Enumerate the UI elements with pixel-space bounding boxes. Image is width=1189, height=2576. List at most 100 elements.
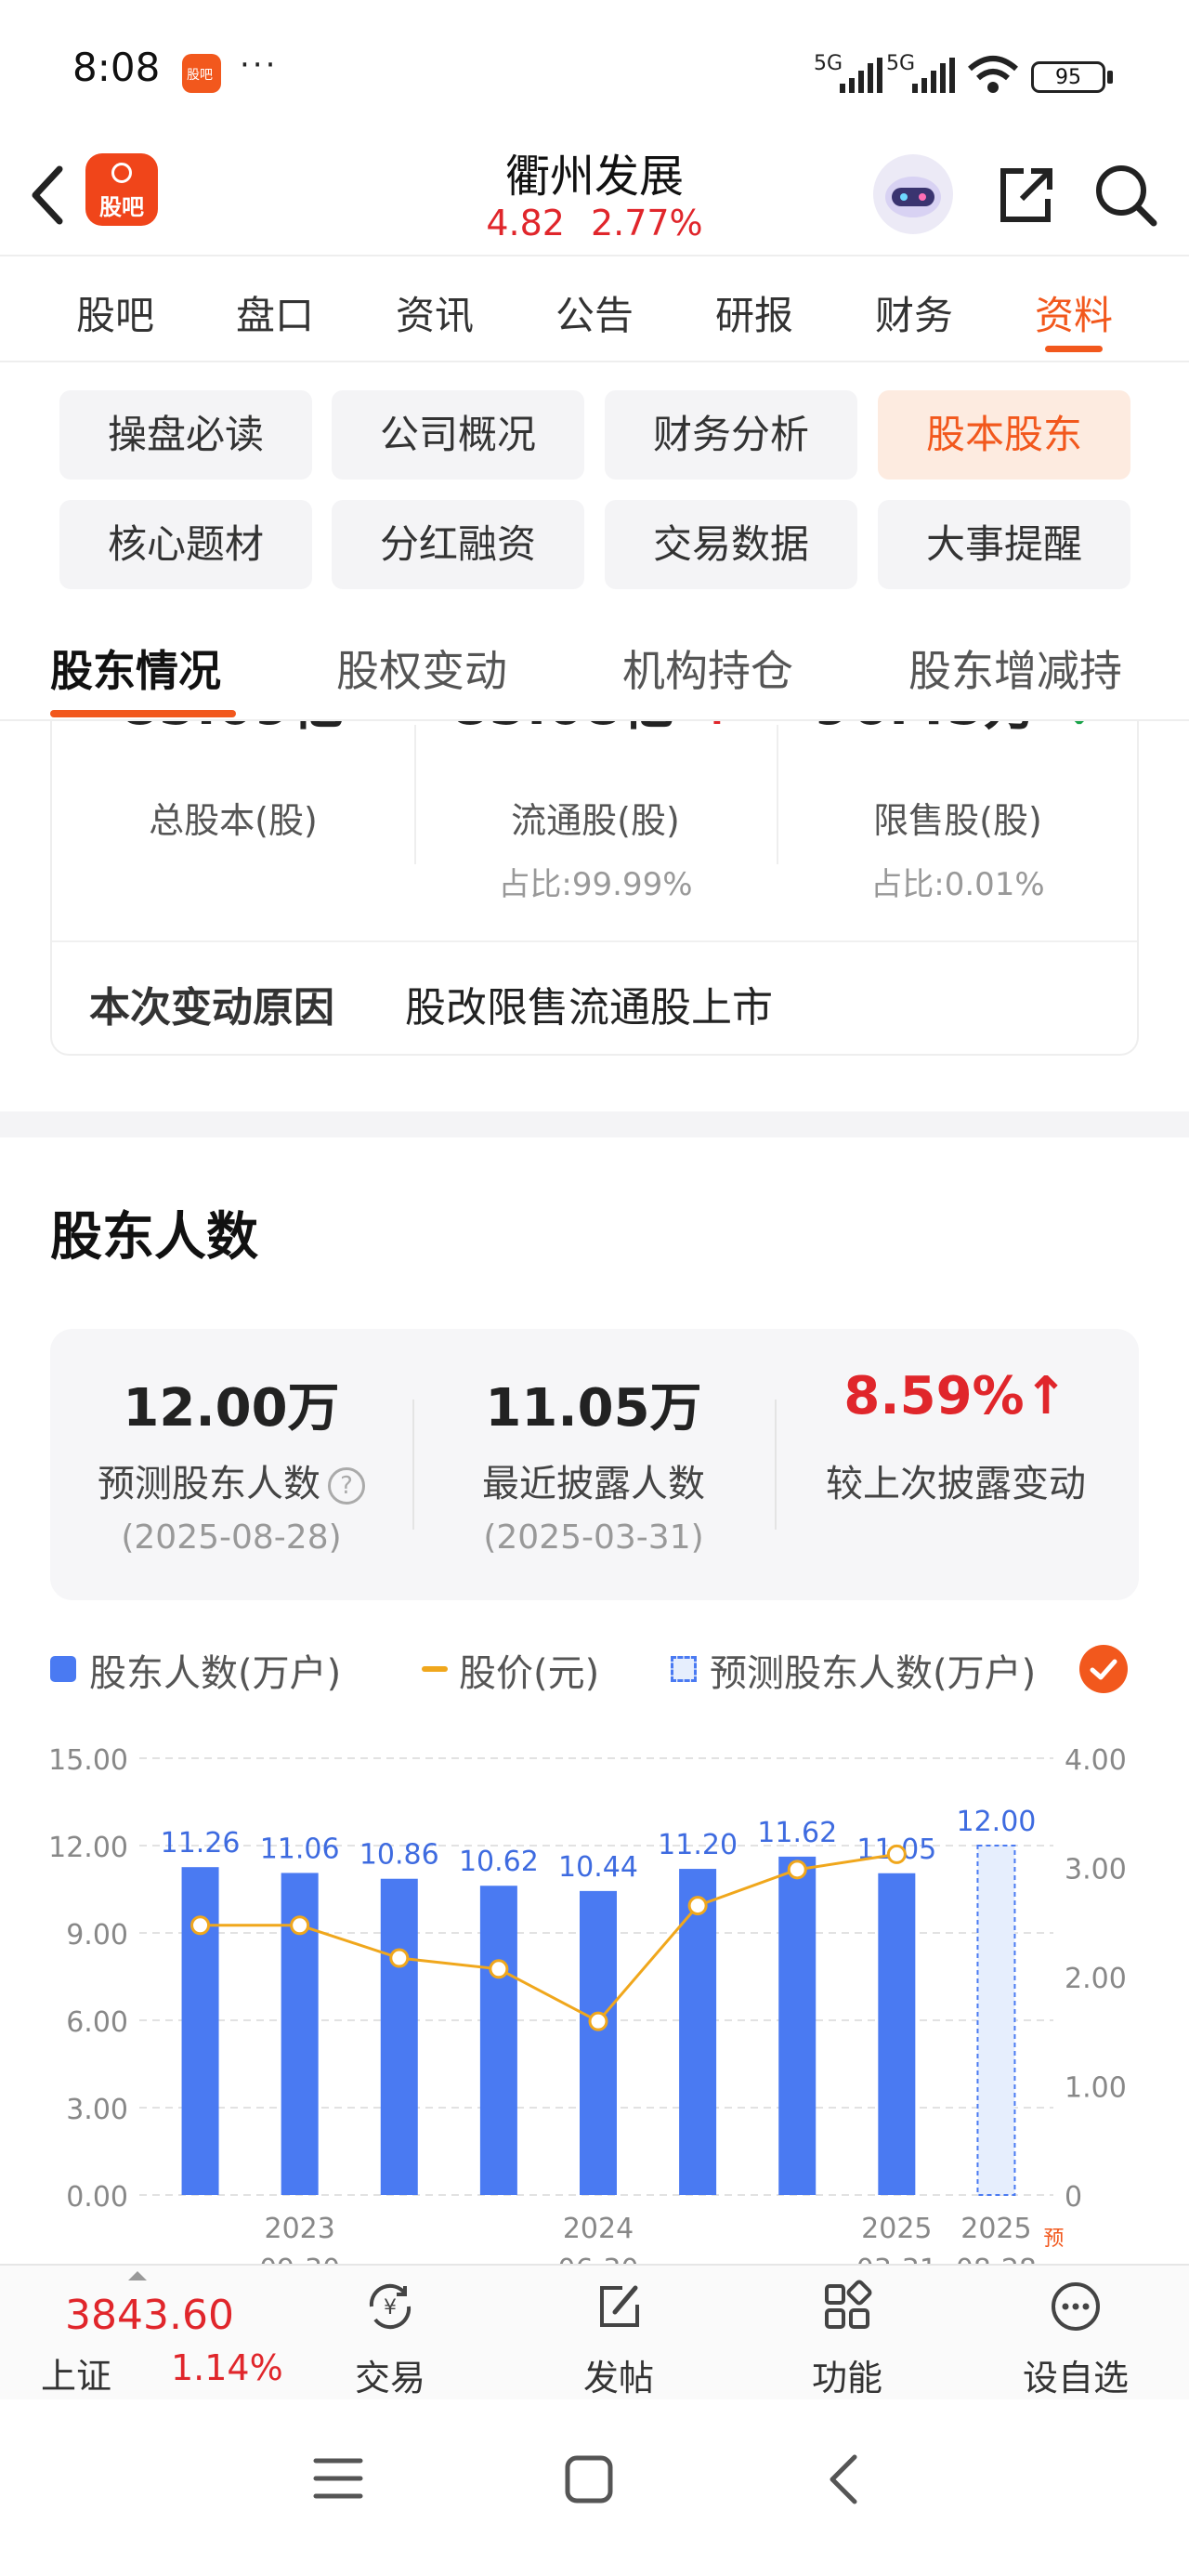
price-point bbox=[489, 1959, 509, 1979]
predicted-holders-label: 预测股东人数 bbox=[98, 1463, 320, 1505]
x-axis-tick: 2024 bbox=[563, 2213, 634, 2245]
legend-predicted-swatch bbox=[671, 1656, 697, 1682]
tab-guba[interactable]: 股吧 bbox=[35, 284, 195, 341]
chip-core-themes[interactable]: 核心题材 bbox=[59, 500, 312, 589]
y-axis-right-tick: 1.00 bbox=[1065, 2072, 1127, 2105]
stock-price: 4.82 bbox=[486, 203, 565, 243]
y-axis-right-tick: 2.00 bbox=[1065, 1963, 1127, 1995]
svg-text:¥: ¥ bbox=[384, 2296, 397, 2320]
yen-exchange-icon: ¥ bbox=[369, 2283, 412, 2330]
legend-line-swatch bbox=[422, 1666, 448, 1672]
price-point bbox=[886, 1844, 907, 1864]
bottom-toolbar: 3843.60 上证 1.14% ¥ 交易 发帖 功能 设自选 bbox=[0, 2264, 1189, 2399]
status-time: 8:08 bbox=[72, 45, 161, 90]
help-icon[interactable]: ? bbox=[328, 1467, 365, 1505]
legend-predicted[interactable]: 预测股东人数(万户) bbox=[710, 1643, 1036, 1697]
chip-financial-analysis[interactable]: 财务分析 bbox=[605, 390, 857, 480]
x-axis-tick: 2025 bbox=[861, 2213, 932, 2245]
chip-events[interactable]: 大事提醒 bbox=[878, 500, 1130, 589]
change-reason-text: 股改限售流通股上市 bbox=[405, 984, 773, 1032]
stock-change-pct: 2.77% bbox=[590, 203, 703, 243]
y-axis-right-tick: 0 bbox=[1065, 2181, 1082, 2214]
more-notifications-icon: ··· bbox=[240, 46, 279, 84]
change-reason-label: 本次变动原因 bbox=[89, 984, 334, 1032]
chip-shareholders[interactable]: 股本股东 bbox=[878, 390, 1130, 480]
tab-news[interactable]: 资讯 bbox=[355, 284, 515, 341]
tab-holding-changes[interactable]: 股东增减持 bbox=[908, 637, 1122, 699]
chip-must-read[interactable]: 操盘必读 bbox=[59, 390, 312, 480]
bar-value-label: 11.26 bbox=[161, 1827, 241, 1860]
predicted-tag: 预 bbox=[1043, 2228, 1064, 2251]
arrow-up-icon: ↑ bbox=[1024, 1366, 1068, 1426]
home-icon[interactable] bbox=[563, 2453, 615, 2505]
legend-bar-swatch bbox=[50, 1656, 76, 1682]
holders-bar bbox=[679, 1869, 717, 2195]
predicted-bar bbox=[976, 1845, 1016, 2196]
holders-chart: 15.00 12.00 9.00 6.00 3.00 0.00 4.00 3.00 2.00 1.… bbox=[48, 1744, 1127, 2267]
restricted-shares-ratio: 占比:0.01% bbox=[870, 866, 1045, 903]
tab-functions-label: 功能 bbox=[811, 2358, 882, 2399]
chip-company-overview[interactable]: 公司概况 bbox=[332, 390, 584, 480]
checkmark-icon[interactable] bbox=[1079, 1645, 1128, 1693]
tab-trade[interactable]: ¥ 交易 bbox=[316, 2279, 464, 2400]
float-shares-label: 流通股(股) bbox=[511, 800, 680, 841]
tab-institutional-holdings[interactable]: 机构持仓 bbox=[622, 637, 793, 699]
holders-change-number: 8.59% bbox=[843, 1366, 1025, 1426]
index-value[interactable]: 3843.60 bbox=[65, 2292, 234, 2339]
tab-research[interactable]: 研报 bbox=[674, 284, 834, 341]
legend-price[interactable]: 股价(元) bbox=[459, 1643, 599, 1697]
tab-add-watchlist-label: 设自选 bbox=[1022, 2358, 1129, 2399]
share-icon[interactable] bbox=[988, 158, 1063, 232]
tab-equity-change[interactable]: 股权变动 bbox=[336, 637, 507, 699]
nav-back-icon[interactable] bbox=[823, 2451, 866, 2507]
search-icon[interactable] bbox=[1089, 158, 1163, 232]
collapse-arrow-icon[interactable] bbox=[126, 2269, 149, 2282]
holders-bar bbox=[479, 1886, 517, 2195]
price-point bbox=[787, 1860, 807, 1880]
battery-tip bbox=[1107, 71, 1113, 84]
price-point bbox=[190, 1915, 211, 1936]
tab-finance[interactable]: 财务 bbox=[834, 284, 994, 341]
stock-header: 股吧 衢州发展 4.82 2.77% bbox=[0, 139, 1189, 256]
holders-bar bbox=[878, 1873, 916, 2195]
tab-trade-label: 交易 bbox=[354, 2358, 425, 2399]
index-change-pct[interactable]: 1.14% bbox=[171, 2347, 283, 2388]
bar-value-label: 11.20 bbox=[658, 1829, 738, 1861]
holders-summary-card: 12.00万 预测股东人数? (2025-08-28) 11.05万 最近披露人… bbox=[50, 1329, 1139, 1600]
wifi-icon bbox=[968, 56, 1018, 93]
shareholder-tab-bar: 股东情况 股权变动 机构持仓 股东增减持 bbox=[0, 604, 1189, 721]
y-axis-left-tick: 15.00 bbox=[48, 1744, 128, 1777]
chart-legend: 股东人数(万户) 股价(元) 预测股东人数(万户) bbox=[50, 1643, 1146, 1701]
bar-value-label: 11.62 bbox=[757, 1817, 837, 1849]
price-point bbox=[687, 1896, 708, 1916]
latest-holders-value: 11.05万 bbox=[485, 1378, 702, 1439]
section-divider bbox=[0, 1111, 1189, 1137]
menu-icon[interactable] bbox=[312, 2455, 364, 2502]
bar-value-label: 10.44 bbox=[558, 1851, 638, 1884]
tab-add-watchlist[interactable]: 设自选 bbox=[1001, 2279, 1150, 2400]
chip-trading-data[interactable]: 交易数据 bbox=[605, 500, 857, 589]
latest-holders-date: (2025-03-31) bbox=[483, 1518, 704, 1557]
holders-section-title: 股东人数 bbox=[50, 1207, 258, 1268]
legend-holders[interactable]: 股东人数(万户) bbox=[89, 1643, 341, 1697]
tab-profile[interactable]: 资料 bbox=[994, 284, 1154, 341]
tab-pankou[interactable]: 盘口 bbox=[195, 284, 355, 341]
ai-assistant-icon[interactable] bbox=[873, 154, 953, 234]
y-axis-right-tick: 3.00 bbox=[1065, 1854, 1127, 1886]
bar-value-label: 10.86 bbox=[359, 1839, 439, 1872]
holders-change-label: 较上次披露变动 bbox=[826, 1463, 1086, 1505]
more-circle-icon bbox=[1052, 2282, 1100, 2331]
x-axis-tick: 2023 bbox=[264, 2213, 334, 2245]
app-notification-label: 股吧 bbox=[187, 68, 213, 83]
tab-shareholder-overview[interactable]: 股东情况 bbox=[50, 637, 221, 699]
change-reason-row: 本次变动原因 股改限售流通股上市 bbox=[52, 940, 1137, 1054]
share-structure-card: 85.09亿 总股本(股) 85.08亿 ↑ 流通股(股) 占比:99.99% … bbox=[50, 688, 1139, 1056]
predicted-holders-date: (2025-08-28) bbox=[121, 1518, 342, 1557]
tab-post[interactable]: 发帖 bbox=[544, 2279, 693, 2400]
chip-dividends[interactable]: 分红融资 bbox=[332, 500, 584, 589]
y-axis-left-tick: 6.00 bbox=[66, 2006, 128, 2039]
index-name[interactable]: 上证 bbox=[41, 2347, 111, 2399]
tab-functions[interactable]: 功能 bbox=[773, 2279, 921, 2400]
grid-apps-icon bbox=[825, 2280, 872, 2329]
tab-announcements[interactable]: 公告 bbox=[515, 284, 674, 341]
